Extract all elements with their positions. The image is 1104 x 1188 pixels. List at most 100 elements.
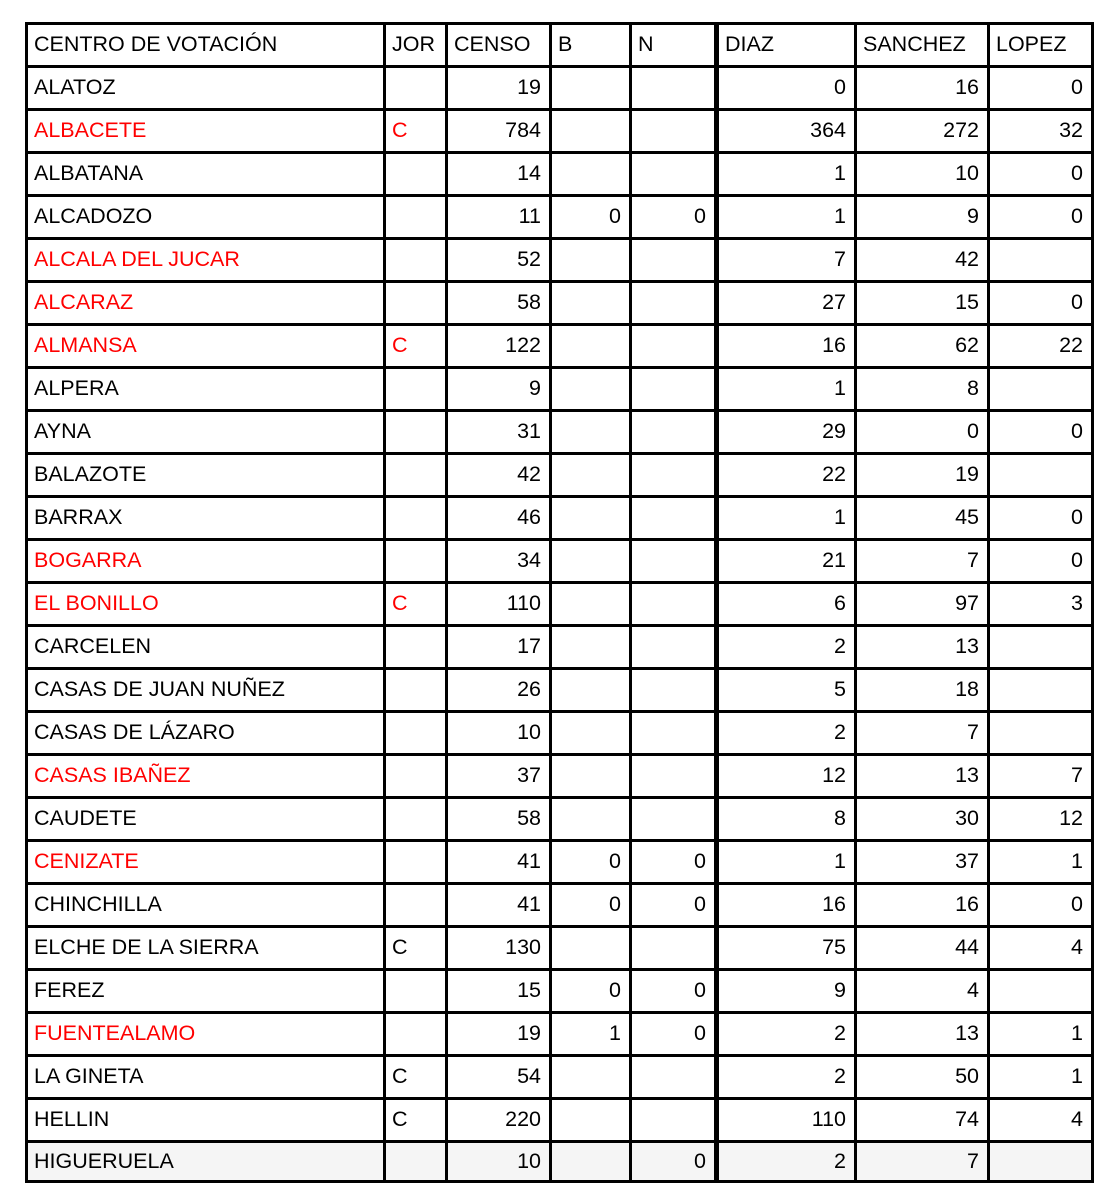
cell-lopez[interactable]: 0: [987, 495, 1094, 538]
cell-n[interactable]: [629, 65, 714, 108]
cell-n[interactable]: [629, 538, 714, 581]
cell-centro[interactable]: CHINCHILLA: [25, 882, 383, 925]
cell-sanchez[interactable]: 0: [854, 409, 987, 452]
cell-diaz[interactable]: 12: [714, 753, 854, 796]
cell-b[interactable]: [549, 323, 629, 366]
cell-diaz[interactable]: 7: [714, 237, 854, 280]
cell-centro[interactable]: HELLIN: [25, 1097, 383, 1140]
cell-sanchez[interactable]: 8: [854, 366, 987, 409]
cell-lopez[interactable]: 0: [987, 882, 1094, 925]
cell-sanchez[interactable]: 16: [854, 882, 987, 925]
cell-jor[interactable]: [383, 280, 445, 323]
cell-n[interactable]: 0: [629, 968, 714, 1011]
cell-n[interactable]: [629, 581, 714, 624]
cell-n[interactable]: [629, 1097, 714, 1140]
cell-censo[interactable]: 19: [445, 1011, 549, 1054]
cell-diaz[interactable]: 21: [714, 538, 854, 581]
cell-n[interactable]: [629, 108, 714, 151]
cell-censo[interactable]: 122: [445, 323, 549, 366]
cell-centro[interactable]: BALAZOTE: [25, 452, 383, 495]
cell-censo[interactable]: 37: [445, 753, 549, 796]
cell-b[interactable]: [549, 1054, 629, 1097]
cell-centro[interactable]: ALCALA DEL JUCAR: [25, 237, 383, 280]
cell-jor[interactable]: [383, 366, 445, 409]
cell-centro[interactable]: ALMANSA: [25, 323, 383, 366]
cell-centro[interactable]: ALBATANA: [25, 151, 383, 194]
cell-sanchez[interactable]: 4: [854, 968, 987, 1011]
table-row[interactable]: ALCADOZO 11 0 0 1 9 0: [25, 194, 1094, 237]
cell-sanchez[interactable]: 18: [854, 667, 987, 710]
cell-b[interactable]: 0: [549, 839, 629, 882]
cell-diaz[interactable]: 1: [714, 366, 854, 409]
table-row[interactable]: BALAZOTE 42 22 19: [25, 452, 1094, 495]
cell-lopez[interactable]: 12: [987, 796, 1094, 839]
cell-censo[interactable]: 58: [445, 796, 549, 839]
cell-diaz[interactable]: 22: [714, 452, 854, 495]
table-row[interactable]: ALBACETE C 784 364 272 32: [25, 108, 1094, 151]
cell-centro[interactable]: CAUDETE: [25, 796, 383, 839]
cell-lopez[interactable]: [987, 667, 1094, 710]
cell-censo[interactable]: 17: [445, 624, 549, 667]
cell-b[interactable]: 0: [549, 882, 629, 925]
cell-jor[interactable]: [383, 194, 445, 237]
cell-n[interactable]: [629, 452, 714, 495]
cell-jor[interactable]: [383, 538, 445, 581]
cell-b[interactable]: [549, 237, 629, 280]
cell-sanchez[interactable]: 19: [854, 452, 987, 495]
cell-b[interactable]: [549, 624, 629, 667]
cell-sanchez[interactable]: 62: [854, 323, 987, 366]
cell-centro[interactable]: CASAS DE LÁZARO: [25, 710, 383, 753]
cell-n[interactable]: [629, 796, 714, 839]
column-header-lopez[interactable]: LOPEZ: [987, 22, 1094, 65]
cell-b[interactable]: [549, 151, 629, 194]
cell-censo[interactable]: 9: [445, 366, 549, 409]
cell-b[interactable]: [549, 495, 629, 538]
cell-censo[interactable]: 42: [445, 452, 549, 495]
cell-diaz[interactable]: 2: [714, 710, 854, 753]
cell-jor[interactable]: [383, 667, 445, 710]
cell-b[interactable]: [549, 108, 629, 151]
cell-censo[interactable]: 41: [445, 882, 549, 925]
cell-jor[interactable]: [383, 452, 445, 495]
table-row[interactable]: LA GINETA C 54 2 50 1: [25, 1054, 1094, 1097]
cell-lopez[interactable]: 1: [987, 1054, 1094, 1097]
cell-jor[interactable]: C: [383, 581, 445, 624]
cell-b[interactable]: [549, 538, 629, 581]
table-row[interactable]: CASAS IBAÑEZ 37 12 13 7: [25, 753, 1094, 796]
cell-sanchez[interactable]: 7: [854, 1140, 987, 1183]
cell-lopez[interactable]: [987, 237, 1094, 280]
cell-diaz[interactable]: 2: [714, 1054, 854, 1097]
cell-diaz[interactable]: 16: [714, 323, 854, 366]
cell-n[interactable]: [629, 323, 714, 366]
cell-centro[interactable]: AYNA: [25, 409, 383, 452]
cell-n[interactable]: [629, 495, 714, 538]
table-row[interactable]: ALATOZ 19 0 16 0: [25, 65, 1094, 108]
cell-jor[interactable]: [383, 237, 445, 280]
cell-censo[interactable]: 11: [445, 194, 549, 237]
table-row[interactable]: CARCELEN 17 2 13: [25, 624, 1094, 667]
cell-jor[interactable]: [383, 151, 445, 194]
cell-lopez[interactable]: 1: [987, 1011, 1094, 1054]
table-row[interactable]: ALPERA 9 1 8: [25, 366, 1094, 409]
cell-diaz[interactable]: 1: [714, 839, 854, 882]
cell-centro[interactable]: CASAS DE JUAN NUÑEZ: [25, 667, 383, 710]
cell-lopez[interactable]: 0: [987, 280, 1094, 323]
table-row[interactable]: ALCALA DEL JUCAR 52 7 42: [25, 237, 1094, 280]
cell-sanchez[interactable]: 13: [854, 624, 987, 667]
cell-lopez[interactable]: [987, 1140, 1094, 1183]
table-row[interactable]: CHINCHILLA 41 0 0 16 16 0: [25, 882, 1094, 925]
cell-n[interactable]: [629, 624, 714, 667]
table-row[interactable]: ALCARAZ 58 27 15 0: [25, 280, 1094, 323]
cell-censo[interactable]: 19: [445, 65, 549, 108]
cell-centro[interactable]: CASAS IBAÑEZ: [25, 753, 383, 796]
cell-sanchez[interactable]: 74: [854, 1097, 987, 1140]
cell-diaz[interactable]: 2: [714, 624, 854, 667]
table-row[interactable]: AYNA 31 29 0 0: [25, 409, 1094, 452]
cell-centro[interactable]: LA GINETA: [25, 1054, 383, 1097]
column-header-b[interactable]: B: [549, 22, 629, 65]
cell-sanchez[interactable]: 45: [854, 495, 987, 538]
cell-n[interactable]: [629, 280, 714, 323]
cell-b[interactable]: [549, 796, 629, 839]
cell-censo[interactable]: 110: [445, 581, 549, 624]
cell-b[interactable]: [549, 366, 629, 409]
